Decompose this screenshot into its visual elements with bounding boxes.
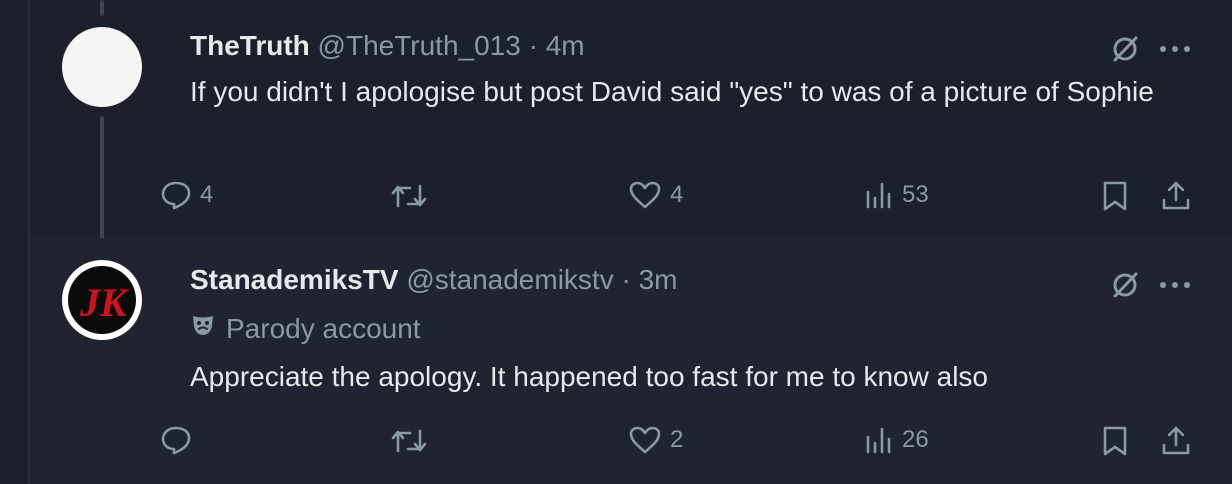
reply-button[interactable]: 4 — [160, 180, 213, 210]
like-button[interactable]: 4 — [628, 180, 683, 210]
views-button[interactable]: 26 — [864, 425, 929, 455]
parody-mask-icon — [190, 312, 226, 345]
like-icon — [628, 180, 662, 210]
parody-label: Parody account — [226, 312, 421, 344]
parody-badge: Parody account — [190, 312, 421, 345]
avatar-logo: JK — [68, 266, 136, 334]
share-icon[interactable] — [1160, 425, 1192, 457]
reply-icon — [160, 425, 192, 455]
reply-icon — [160, 180, 192, 210]
views-count: 26 — [902, 426, 929, 453]
grok-icon[interactable] — [1110, 34, 1140, 64]
post-header: TheTruth @TheTruth_013 · 4m — [190, 30, 585, 62]
repost-icon — [390, 182, 428, 210]
views-count: 53 — [902, 181, 929, 208]
views-icon — [864, 425, 894, 455]
thread-line-top — [100, 0, 104, 16]
views-button[interactable]: 53 — [864, 180, 929, 210]
post-text: If you didn't I apologise but post David… — [190, 76, 1154, 107]
timestamp[interactable]: 4m — [546, 30, 585, 61]
avatar[interactable]: JK — [62, 260, 142, 340]
reply-post-2[interactable]: JK StanademiksTV @stanademikstv · 3m Par… — [30, 238, 1232, 484]
more-icon[interactable] — [1158, 44, 1192, 54]
bookmark-icon[interactable] — [1102, 180, 1128, 212]
display-name[interactable]: StanademiksTV — [190, 264, 399, 295]
reply-post-1[interactable]: TheTruth @TheTruth_013 · 4m If you didn'… — [30, 0, 1232, 252]
display-name[interactable]: TheTruth — [190, 30, 310, 61]
reply-count: 4 — [200, 181, 214, 208]
timestamp[interactable]: 3m — [639, 264, 678, 295]
post-text: Appreciate the apology. It happened too … — [190, 361, 988, 392]
bookmark-icon[interactable] — [1102, 425, 1128, 457]
like-count: 4 — [670, 181, 684, 208]
post-header: StanademiksTV @stanademikstv · 3m — [190, 264, 678, 296]
more-icon[interactable] — [1158, 280, 1192, 290]
handle[interactable]: @TheTruth_013 — [318, 30, 521, 61]
reply-button[interactable] — [160, 425, 200, 455]
thread-line-mid — [100, 116, 104, 252]
like-icon — [628, 425, 662, 455]
repost-button[interactable] — [390, 182, 436, 210]
share-icon[interactable] — [1160, 180, 1192, 212]
repost-button[interactable] — [390, 427, 436, 455]
avatar[interactable] — [62, 27, 142, 107]
avatar-logo-text: JK — [79, 280, 129, 325]
handle[interactable]: @stanademikstv — [406, 264, 613, 295]
grok-icon[interactable] — [1110, 270, 1140, 300]
separator: · — [621, 264, 631, 295]
repost-icon — [390, 427, 428, 455]
like-count: 2 — [670, 426, 684, 453]
separator: · — [528, 30, 538, 61]
like-button[interactable]: 2 — [628, 425, 683, 455]
views-icon — [864, 180, 894, 210]
